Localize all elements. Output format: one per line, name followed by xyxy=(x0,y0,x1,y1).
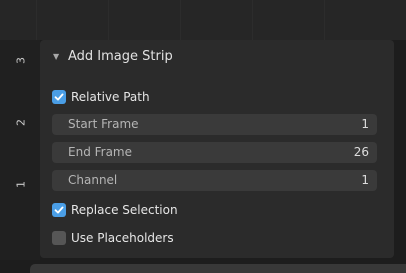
replace-selection-checkbox-row[interactable]: Replace Selection xyxy=(52,201,178,219)
channel-number-2: 2 xyxy=(14,119,28,126)
horizontal-scrollbar[interactable] xyxy=(30,264,406,273)
add-image-strip-panel: ▼ Add Image Strip Relative Path Start Fr… xyxy=(40,40,394,258)
channel-number-1: 1 xyxy=(14,181,28,188)
top-strip-cell xyxy=(324,0,361,40)
relative-path-label: Relative Path xyxy=(71,90,150,104)
relative-path-checkbox[interactable] xyxy=(52,90,66,104)
start-frame-field[interactable]: Start Frame 1 xyxy=(52,114,377,135)
top-strip-cell xyxy=(252,0,289,40)
right-edge xyxy=(394,40,406,260)
channel-value: 1 xyxy=(361,173,369,187)
collapse-chevron-icon[interactable]: ▼ xyxy=(53,52,63,62)
panel-title: Add Image Strip xyxy=(68,49,173,64)
start-frame-value: 1 xyxy=(361,117,369,131)
panel-header[interactable]: ▼ Add Image Strip xyxy=(40,40,394,76)
top-strip xyxy=(0,0,406,40)
checkmark-icon xyxy=(54,93,64,101)
top-strip-cell xyxy=(36,0,73,40)
use-placeholders-checkbox-row[interactable]: Use Placeholders xyxy=(52,229,174,247)
end-frame-field[interactable]: End Frame 26 xyxy=(52,142,377,163)
channel-label: Channel xyxy=(68,173,118,187)
start-frame-label: Start Frame xyxy=(68,117,139,131)
checkmark-icon xyxy=(54,206,64,214)
channel-number-3: 3 xyxy=(14,57,28,64)
replace-selection-label: Replace Selection xyxy=(71,203,178,217)
channel-gutter: 3 2 1 xyxy=(0,40,40,260)
end-frame-label: End Frame xyxy=(68,145,133,159)
end-frame-value: 26 xyxy=(353,145,369,159)
relative-path-checkbox-row[interactable]: Relative Path xyxy=(52,88,150,106)
top-strip-cell xyxy=(108,0,145,40)
top-strip-cell xyxy=(180,0,217,40)
channel-field[interactable]: Channel 1 xyxy=(52,170,377,191)
replace-selection-checkbox[interactable] xyxy=(52,203,66,217)
use-placeholders-label: Use Placeholders xyxy=(71,231,174,245)
use-placeholders-checkbox[interactable] xyxy=(52,231,66,245)
